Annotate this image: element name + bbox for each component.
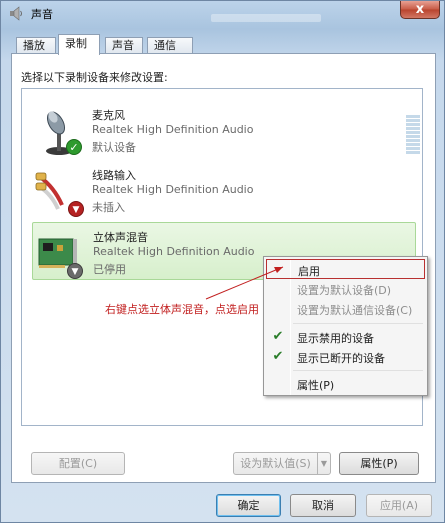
menu-item-label: 设置为默认设备(D) bbox=[297, 284, 392, 297]
menu-item-show-disabled[interactable]: ✔ 显示禁用的设备 bbox=[266, 327, 425, 347]
menu-item-label: 显示已断开的设备 bbox=[297, 352, 385, 365]
device-status: 默认设备 bbox=[92, 141, 136, 154]
title-bar[interactable]: 声音 x bbox=[1, 1, 444, 27]
ok-button[interactable]: 确定 bbox=[216, 494, 281, 517]
speaker-icon bbox=[10, 6, 22, 21]
tab-communications[interactable]: 通信 bbox=[147, 37, 193, 54]
configure-button[interactable]: 配置(C) bbox=[31, 452, 125, 475]
level-meter bbox=[406, 115, 420, 157]
menu-item-label: 设置为默认通信设备(C) bbox=[297, 304, 413, 317]
cancel-button[interactable]: 取消 bbox=[290, 494, 356, 517]
window-title: 声音 bbox=[31, 8, 53, 21]
menu-item-enable[interactable]: 启用 bbox=[266, 259, 425, 279]
close-button[interactable]: x bbox=[400, 1, 440, 19]
device-driver: Realtek High Definition Audio bbox=[92, 183, 254, 196]
device-status: 未插入 bbox=[92, 201, 125, 214]
sound-dialog: 声音 x 播放 录制 声音 通信 选择以下录制设备来修改设置: ✓ 麦克风 Re… bbox=[0, 0, 445, 523]
device-item-line-in[interactable]: ▼ 线路输入 Realtek High Definition Audio 未插入 bbox=[32, 161, 416, 219]
set-default-button[interactable]: 设为默认值(S) bbox=[233, 452, 318, 475]
apply-button[interactable]: 应用(A) bbox=[366, 494, 432, 517]
menu-item-set-default[interactable]: 设置为默认设备(D) bbox=[266, 279, 425, 299]
menu-item-label: 显示禁用的设备 bbox=[297, 332, 374, 345]
device-status: 已停用 bbox=[93, 263, 126, 276]
device-name: 立体声混音 bbox=[93, 231, 148, 244]
menu-separator bbox=[293, 323, 423, 324]
disconnected-icon: ▼ bbox=[68, 201, 84, 217]
menu-item-properties[interactable]: 属性(P) bbox=[266, 374, 425, 394]
tab-playback[interactable]: 播放 bbox=[16, 37, 56, 54]
default-device-check-icon: ✓ bbox=[66, 139, 82, 155]
checkmark-icon: ✔ bbox=[272, 329, 284, 344]
device-name: 线路输入 bbox=[92, 169, 136, 182]
device-item-microphone[interactable]: ✓ 麦克风 Realtek High Definition Audio 默认设备 bbox=[32, 101, 420, 159]
device-driver: Realtek High Definition Audio bbox=[93, 245, 255, 258]
properties-button[interactable]: 属性(P) bbox=[339, 452, 419, 475]
instruction-text: 选择以下录制设备来修改设置: bbox=[21, 71, 168, 84]
menu-item-set-default-comm[interactable]: 设置为默认通信设备(C) bbox=[266, 299, 425, 319]
menu-item-label: 启用 bbox=[298, 265, 320, 278]
menu-separator bbox=[293, 370, 423, 371]
menu-item-label: 属性(P) bbox=[297, 379, 335, 392]
disabled-device-icon: ▼ bbox=[67, 263, 83, 279]
context-menu: 启用 设置为默认设备(D) 设置为默认通信设备(C) ✔ 显示禁用的设备 ✔ 显… bbox=[263, 256, 428, 396]
annotation-text: 右键点选立体声混音，点选启用 bbox=[105, 303, 259, 316]
device-name: 麦克风 bbox=[92, 109, 125, 122]
menu-item-show-disconnected[interactable]: ✔ 显示已断开的设备 bbox=[266, 347, 425, 367]
set-default-dropdown-arrow-icon[interactable]: ▼ bbox=[317, 452, 331, 475]
tab-sounds[interactable]: 声音 bbox=[105, 37, 143, 54]
title-bar-reflection bbox=[211, 14, 321, 22]
checkmark-icon: ✔ bbox=[272, 349, 284, 364]
device-driver: Realtek High Definition Audio bbox=[92, 123, 254, 136]
tab-recording[interactable]: 录制 bbox=[58, 34, 100, 55]
